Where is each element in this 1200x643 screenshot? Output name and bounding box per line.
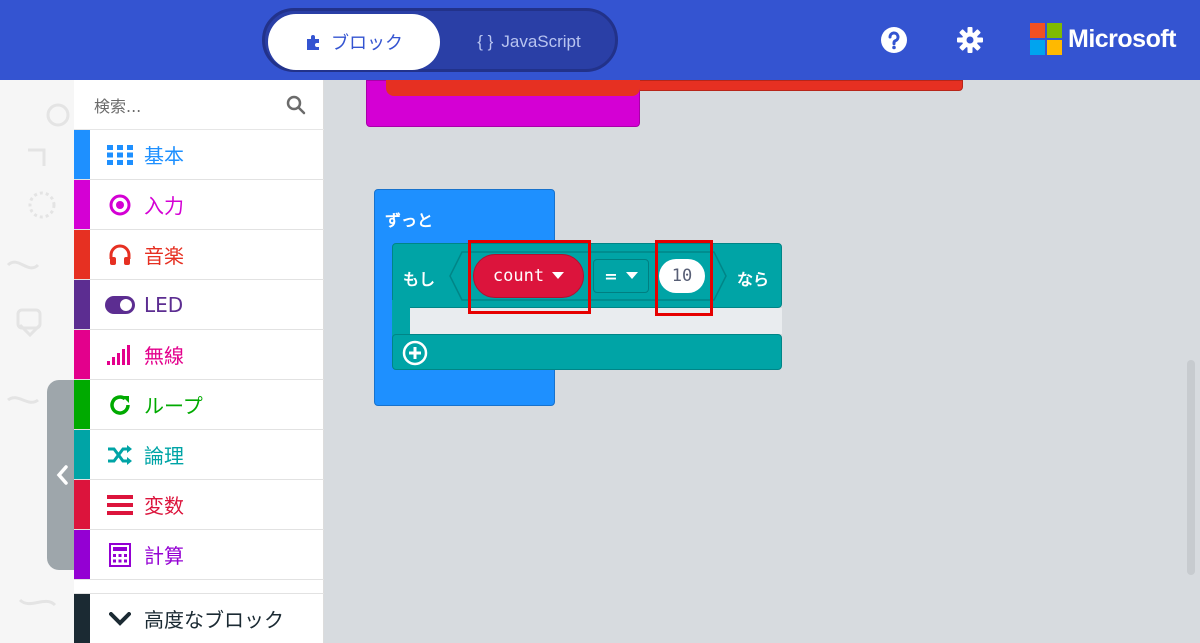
category-label: 入力: [144, 194, 184, 218]
settings-button[interactable]: [954, 24, 986, 56]
blocks-mode-button[interactable]: ブロック: [268, 14, 440, 70]
search-icon: [286, 95, 306, 114]
category-label: 高度なブロック: [144, 608, 284, 632]
category-loops[interactable]: ループ: [74, 380, 324, 430]
calculator-icon: [100, 542, 140, 567]
toolbox: 検索... 基本 入力 音楽 LED 無線 ループ 論理 変数 計算 高度なブロ…: [74, 80, 324, 643]
category-color-bar: [74, 180, 90, 229]
javascript-mode-label: JavaScript: [501, 32, 581, 51]
javascript-mode-button[interactable]: { } JavaScript: [443, 14, 615, 70]
puzzle-piece-icon: [307, 35, 319, 50]
category-radio[interactable]: 無線: [74, 330, 324, 380]
category-color-bar: [74, 480, 90, 529]
chevron-down-icon: [100, 611, 140, 626]
category-color-bar: [74, 280, 90, 329]
if-block-slot: [410, 308, 782, 334]
category-label: LED: [144, 292, 184, 317]
gear-icon: [957, 27, 983, 53]
blocks-mode-label: ブロック: [331, 33, 403, 54]
category-input[interactable]: 入力: [74, 180, 324, 230]
target-icon: [100, 193, 140, 217]
collapse-toolbox-tab[interactable]: [47, 380, 77, 570]
category-math[interactable]: 計算: [74, 530, 324, 580]
category-label: 変数: [144, 494, 184, 518]
category-color-bar: [74, 380, 90, 429]
if-block-footer: [392, 334, 782, 370]
workspace-vertical-scrollbar[interactable]: [1187, 360, 1195, 575]
microsoft-logo[interactable]: Microsoft: [1030, 23, 1177, 55]
category-basic[interactable]: 基本: [74, 130, 324, 180]
category-logic[interactable]: 論理: [74, 430, 324, 480]
operator-dropdown[interactable]: =: [593, 259, 649, 293]
category-label: ループ: [144, 394, 203, 418]
category-label: 論理: [144, 444, 184, 468]
plus-circle-icon: [402, 340, 428, 366]
category-led[interactable]: LED: [74, 280, 324, 330]
operator-symbol: =: [604, 266, 618, 286]
microsoft-wordmark: Microsoft: [1068, 24, 1177, 53]
category-variables[interactable]: 変数: [74, 480, 324, 530]
refresh-icon: [100, 393, 140, 417]
toggle-icon: [100, 295, 140, 314]
music-block-inner: [386, 80, 640, 96]
headphones-icon: [100, 243, 140, 267]
chevron-left-icon: [56, 465, 68, 485]
category-advanced[interactable]: 高度なブロック: [74, 593, 324, 643]
then-label: なら: [737, 270, 770, 289]
help-button[interactable]: [878, 24, 910, 56]
category-color-bar: [74, 530, 90, 579]
add-else-button[interactable]: [402, 340, 428, 370]
search-input[interactable]: 検索...: [94, 93, 141, 117]
if-label: もし: [403, 270, 436, 289]
grid-icon: [100, 144, 140, 165]
editor-mode-toggle: ブロック { } JavaScript: [262, 8, 618, 72]
category-music[interactable]: 音楽: [74, 230, 324, 280]
category-color-bar: [74, 130, 90, 179]
category-label: 基本: [144, 144, 184, 168]
forever-label: ずっと: [385, 211, 434, 230]
category-label: 計算: [144, 544, 184, 568]
highlight-variable-frame: [468, 240, 591, 314]
category-color-bar: [74, 594, 90, 643]
category-label: 音楽: [144, 244, 184, 268]
signal-bars-icon: [100, 344, 140, 365]
dropdown-caret-icon: [625, 272, 638, 279]
microsoft-squares-icon: [1030, 23, 1062, 55]
category-color-bar: [74, 430, 90, 479]
braces-icon: { }: [477, 32, 494, 51]
category-label: 無線: [144, 344, 184, 368]
help-circle-icon: [881, 27, 907, 53]
toolbox-search[interactable]: 検索...: [74, 80, 324, 130]
list-lines-icon: [100, 494, 140, 515]
highlight-value-frame: [655, 240, 713, 316]
category-color-bar: [74, 230, 90, 279]
shuffle-icon: [100, 444, 140, 466]
category-color-bar: [74, 330, 90, 379]
top-header-bar: ブロック { } JavaScript Microsoft: [0, 0, 1200, 80]
